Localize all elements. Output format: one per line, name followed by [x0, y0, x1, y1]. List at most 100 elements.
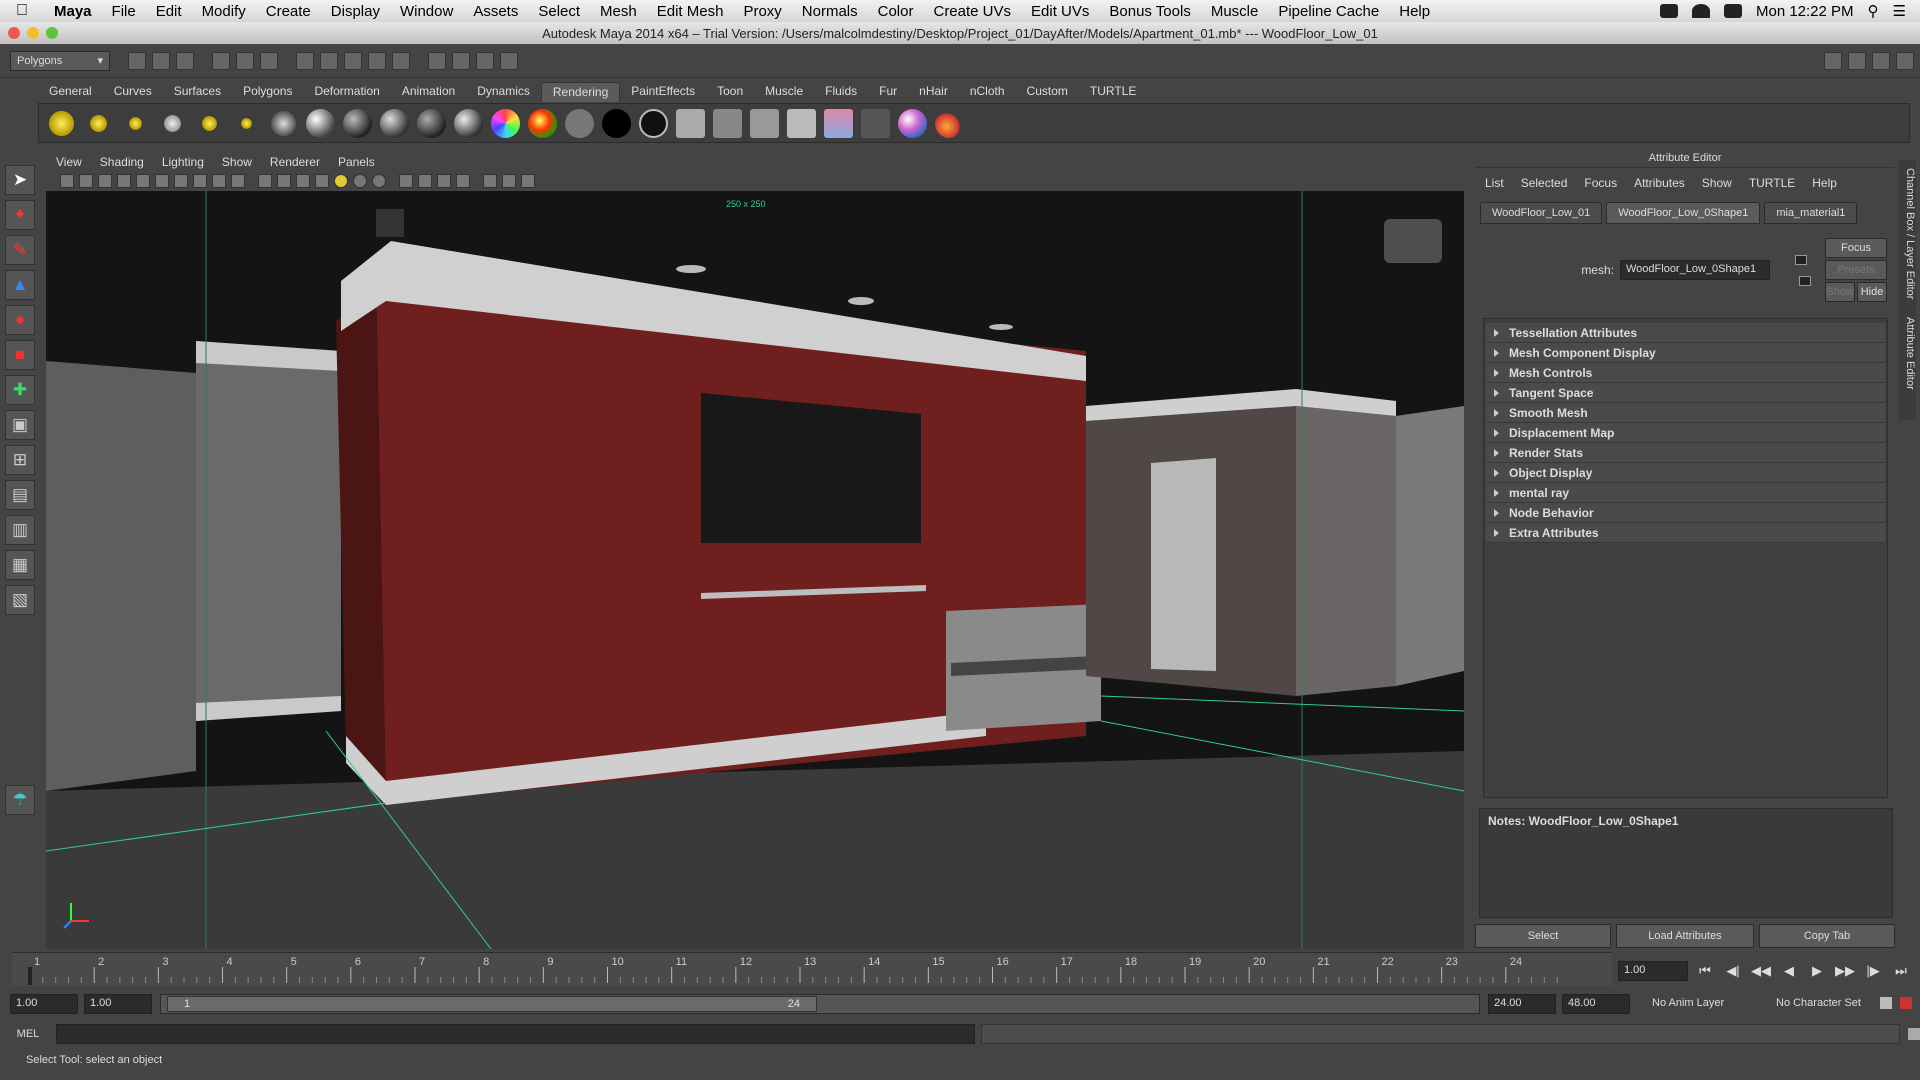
area-light-icon[interactable]	[195, 108, 224, 138]
snap-live-icon[interactable]	[392, 51, 410, 70]
zoom-window-icon[interactable]	[46, 27, 58, 39]
notification-icon[interactable]: ☰	[1893, 2, 1906, 20]
view-cube-icon[interactable]	[1384, 219, 1442, 263]
mac-menu-select[interactable]: Select	[528, 3, 590, 20]
shadows-icon[interactable]	[353, 174, 367, 188]
select-camera-icon[interactable]	[60, 174, 74, 188]
snap-curve-icon[interactable]	[320, 51, 338, 70]
shelf-tab-deformation[interactable]: Deformation	[303, 82, 390, 102]
section-node-behavior[interactable]: Node Behavior	[1486, 503, 1885, 523]
select-tool-icon[interactable]: ➤	[5, 165, 35, 195]
script-editor-icon[interactable]	[1908, 1028, 1920, 1040]
animation-end-field[interactable]: 48.00	[1562, 994, 1630, 1014]
shelf-tab-painteffects[interactable]: PaintEffects	[620, 82, 706, 102]
ae-menu-attributes[interactable]: Attributes	[1634, 176, 1685, 190]
section-extra-attributes[interactable]: Extra Attributes	[1486, 523, 1885, 543]
high-quality-icon[interactable]	[483, 174, 497, 188]
toggle-attribute-editor-icon[interactable]	[1848, 51, 1866, 70]
mac-menu-assets[interactable]: Assets	[463, 3, 528, 20]
current-time-marker[interactable]	[28, 967, 32, 985]
hypershade-layout-icon[interactable]: ▦	[5, 550, 35, 580]
render-view-icon[interactable]	[676, 108, 705, 138]
mac-menu-normals[interactable]: Normals	[792, 3, 868, 20]
ae-menu-focus[interactable]: Focus	[1584, 176, 1617, 190]
camera-icon[interactable]	[269, 108, 298, 138]
shelf-tab-general[interactable]: General	[38, 82, 103, 102]
persp-outliner-layout-icon[interactable]: ▤	[5, 480, 35, 510]
mac-menu-mesh[interactable]: Mesh	[590, 3, 647, 20]
wireframe-icon[interactable]	[258, 174, 272, 188]
select-button[interactable]: Select	[1475, 924, 1611, 948]
black-material-icon[interactable]	[602, 108, 631, 138]
go-to-start-icon[interactable]: ⏮	[1696, 962, 1714, 980]
expand-arrow-icon[interactable]	[1494, 468, 1499, 477]
select-hierarchy-icon[interactable]	[212, 51, 230, 70]
ae-menu-help[interactable]: Help	[1812, 176, 1837, 190]
field-chart-icon[interactable]	[212, 174, 226, 188]
safe-action-icon[interactable]	[231, 174, 245, 188]
shelf-tab-nhair[interactable]: nHair	[908, 82, 959, 102]
film-gate-icon[interactable]	[155, 174, 169, 188]
gate-mask-icon[interactable]	[193, 174, 207, 188]
toggle-channel-box-icon[interactable]	[1896, 51, 1914, 70]
screen-space-ao-icon[interactable]	[521, 174, 535, 188]
character-set-dropdown[interactable]: No Character Set	[1776, 997, 1861, 1009]
section-tessellation-attributes[interactable]: Tessellation Attributes	[1486, 323, 1885, 343]
shelf-tab-surfaces[interactable]: Surfaces	[163, 82, 232, 102]
camera-attributes-icon[interactable]	[79, 174, 93, 188]
command-language-toggle[interactable]: MEL	[0, 1028, 56, 1040]
presets-button[interactable]: Presets	[1825, 260, 1887, 280]
shelf-tab-custom[interactable]: Custom	[1016, 82, 1079, 102]
image-plane-icon[interactable]	[117, 174, 131, 188]
perspective-viewport[interactable]: 250 x 250	[46, 191, 1464, 949]
go-to-output-icon[interactable]	[1799, 276, 1811, 286]
shelf-tab-polygons[interactable]: Polygons	[232, 82, 303, 102]
auto-key-icon[interactable]	[1880, 997, 1892, 1009]
mac-menu-display[interactable]: Display	[321, 3, 390, 20]
phong-material-icon[interactable]	[380, 108, 409, 138]
shelf-tab-curves[interactable]: Curves	[103, 82, 163, 102]
shelf-tab-dynamics[interactable]: Dynamics	[466, 82, 541, 102]
lasso-tool-icon[interactable]: ✦	[5, 200, 35, 230]
range-slider[interactable]: 1 24	[160, 994, 1480, 1014]
anim-layer-dropdown[interactable]: No Anim Layer	[1652, 997, 1724, 1009]
section-mesh-controls[interactable]: Mesh Controls	[1486, 363, 1885, 383]
shelf-tab-turtle[interactable]: TURTLE	[1079, 82, 1147, 102]
viewport-menu-panels[interactable]: Panels	[338, 155, 375, 169]
toggle-tool-settings-icon[interactable]	[1872, 51, 1890, 70]
mac-menu-edit-mesh[interactable]: Edit Mesh	[647, 3, 734, 20]
persp-graph-hypergraph-layout-icon[interactable]: ▧	[5, 585, 35, 615]
expand-arrow-icon[interactable]	[1494, 428, 1499, 437]
paint-brush-icon[interactable]	[935, 108, 964, 138]
xray-icon[interactable]	[418, 174, 432, 188]
expand-arrow-icon[interactable]	[1494, 448, 1499, 457]
animation-start-field[interactable]: 1.00	[10, 994, 78, 1014]
section-smooth-mesh[interactable]: Smooth Mesh	[1486, 403, 1885, 423]
section-object-display[interactable]: Object Display	[1486, 463, 1885, 483]
section-render-stats[interactable]: Render Stats	[1486, 443, 1885, 463]
mac-menu-file[interactable]: File	[102, 3, 146, 20]
snap-plane-icon[interactable]	[368, 51, 386, 70]
focus-button[interactable]: Focus	[1825, 238, 1887, 258]
mac-menu-bonus-tools[interactable]: Bonus Tools	[1099, 3, 1200, 20]
render-settings-shelf-icon[interactable]	[713, 108, 742, 138]
mac-menu-help[interactable]: Help	[1389, 3, 1440, 20]
viewport-menu-show[interactable]: Show	[222, 155, 252, 169]
mac-menu-muscle[interactable]: Muscle	[1201, 3, 1269, 20]
channel-box-tab[interactable]: Channel Box / Layer Editor	[1898, 168, 1916, 299]
expand-arrow-icon[interactable]	[1494, 408, 1499, 417]
xray-joints-icon[interactable]	[437, 174, 451, 188]
ambient-light-icon[interactable]	[47, 108, 76, 138]
menu-set-dropdown[interactable]: Polygons ▾	[10, 50, 110, 71]
persp-graph-layout-icon[interactable]: ▥	[5, 515, 35, 545]
playback-end-field[interactable]: 24.00	[1488, 994, 1556, 1014]
viewport-menu-shading[interactable]: Shading	[100, 155, 144, 169]
wireframe-on-shaded-icon[interactable]	[296, 174, 310, 188]
volume-icon[interactable]	[1723, 4, 1742, 18]
spotlight-icon[interactable]: ⚲	[1868, 2, 1879, 20]
section-mesh-component-display[interactable]: Mesh Component Display	[1486, 343, 1885, 363]
expand-arrow-icon[interactable]	[1494, 528, 1499, 537]
hypershade-icon[interactable]	[500, 51, 518, 70]
snap-grid-icon[interactable]	[296, 51, 314, 70]
app-menu[interactable]: Maya	[44, 3, 102, 20]
